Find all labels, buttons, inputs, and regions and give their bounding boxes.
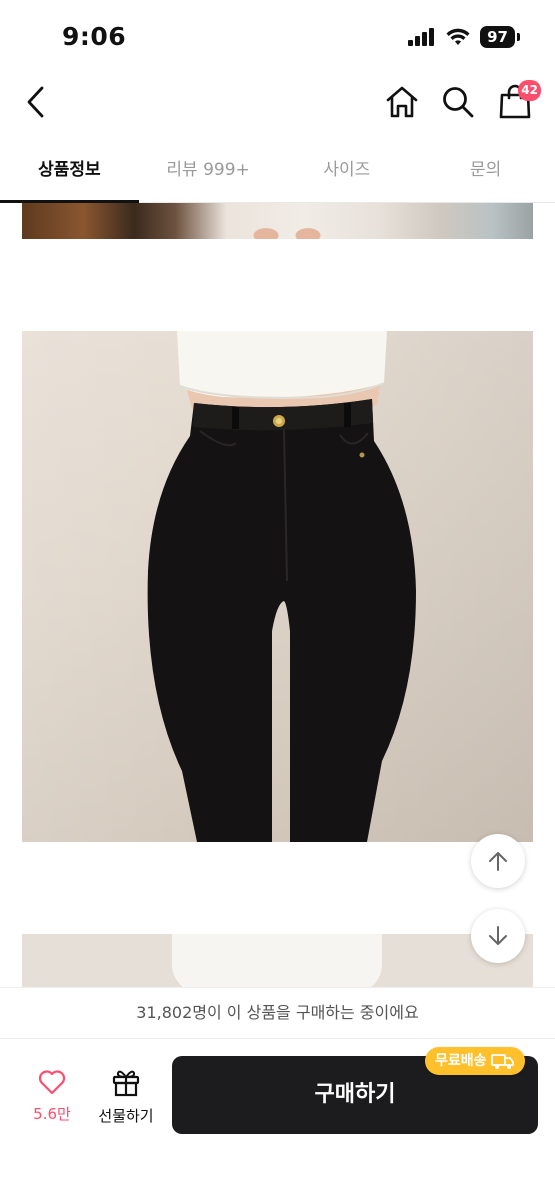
home-icon xyxy=(386,86,418,118)
scroll-to-top-button[interactable] xyxy=(471,834,525,888)
scroll-up-icon xyxy=(489,852,507,871)
cart-count-badge: 42 xyxy=(518,80,541,101)
product-image-partial-top xyxy=(22,203,533,239)
gift-button[interactable]: 선물하기 xyxy=(94,1067,158,1129)
product-tabs: 상품정보 리뷰 999+ 사이즈 문의 xyxy=(0,145,555,203)
back-arrow-icon xyxy=(27,86,44,118)
free-shipping-badge: 무료배송 xyxy=(425,1047,525,1075)
free-shipping-label: 무료배송 xyxy=(435,1053,487,1069)
home-button[interactable] xyxy=(382,82,422,122)
status-bar: 9:06 97 xyxy=(0,0,555,68)
product-image-main xyxy=(22,331,533,842)
status-icons: 97 xyxy=(408,26,520,48)
like-button[interactable]: 5.6만 xyxy=(24,1069,80,1129)
app-header: 42 xyxy=(0,70,555,134)
like-count: 5.6만 xyxy=(33,1105,71,1123)
search-icon xyxy=(443,87,474,118)
purchase-activity-notice: 31,802명이 이 상품을 구매하는 중이에요 xyxy=(0,987,555,1039)
image-detail xyxy=(252,203,322,239)
tab-reviews[interactable]: 리뷰 999+ xyxy=(139,145,278,202)
tab-inquiry[interactable]: 문의 xyxy=(416,145,555,202)
status-time: 9:06 xyxy=(62,22,127,51)
product-photo-jeans xyxy=(147,331,416,842)
cart-button[interactable]: 42 xyxy=(495,80,541,122)
search-button[interactable] xyxy=(438,82,478,122)
wifi-icon xyxy=(446,28,470,45)
heart-icon xyxy=(38,1070,66,1095)
battery-indicator: 97 xyxy=(480,26,520,48)
bottom-action-bar: 5.6만 선물하기 구매하기 무료배송 xyxy=(0,1039,555,1200)
gift-label: 선물하기 xyxy=(98,1107,154,1125)
scroll-down-icon xyxy=(489,926,507,945)
product-image-partial-bottom xyxy=(22,934,533,994)
scroll-to-bottom-button[interactable] xyxy=(471,909,525,963)
back-button[interactable] xyxy=(18,82,54,122)
tab-product-info[interactable]: 상품정보 xyxy=(0,145,139,203)
cellular-signal-icon xyxy=(408,28,435,46)
truck-icon xyxy=(490,1054,514,1069)
gift-icon xyxy=(112,1070,140,1097)
tab-size[interactable]: 사이즈 xyxy=(278,145,417,202)
